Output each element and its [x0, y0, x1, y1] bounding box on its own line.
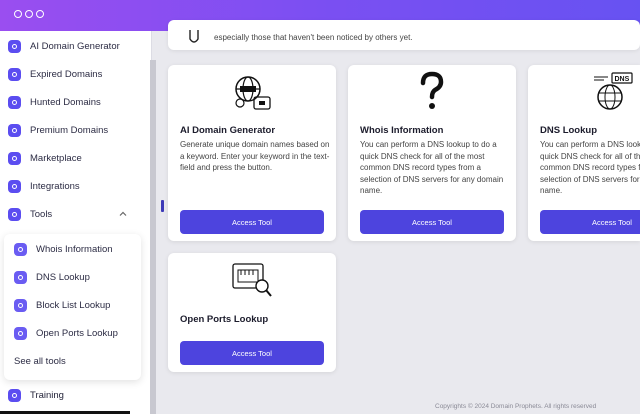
sparkle-icon — [8, 39, 21, 53]
sidebar-item-label: Premium Domains — [30, 124, 109, 136]
sidebar-item-expired-domains[interactable]: Expired Domains — [8, 63, 102, 85]
question-mark-icon — [420, 71, 444, 109]
banner-text: especially those that haven't been notic… — [214, 33, 413, 42]
store-icon — [8, 151, 21, 165]
card-title: Whois Information — [360, 125, 444, 136]
network-icon — [14, 270, 27, 284]
clock-icon — [8, 67, 21, 81]
content-indicator — [161, 200, 164, 212]
sidebar-item-marketplace[interactable]: Marketplace — [8, 147, 82, 169]
magnet-icon — [189, 30, 199, 43]
card-title: DNS Lookup — [540, 125, 597, 136]
sidebar-item-tools[interactable]: Tools — [8, 203, 52, 225]
block-icon — [14, 298, 27, 312]
tools-submenu: Whois Information DNS Lookup Block List … — [4, 234, 141, 380]
sidebar-item-label: AI Domain Generator — [30, 40, 120, 52]
ai-globe-icon — [235, 76, 271, 110]
tool-card-ai-domain-generator: AI Domain Generator Generate unique doma… — [168, 65, 336, 241]
footer-copyright: Copyrights © 2024 Domain Prophets. All r… — [435, 403, 597, 410]
card-description: You can perform a DNS lookup to do a qui… — [540, 140, 640, 195]
sidebar-scrollbar[interactable] — [150, 60, 156, 414]
access-tool-button[interactable]: Access Tool — [360, 210, 504, 234]
sidebar-item-label: Training — [30, 389, 64, 401]
card-description: You can perform a DNS lookup to do a qui… — [360, 140, 504, 195]
chevron-up-icon[interactable] — [118, 209, 128, 219]
info-banner: especially those that haven't been notic… — [168, 20, 640, 50]
sidebar-item-label: Marketplace — [30, 152, 82, 164]
sidebar-item-ai-domain-generator[interactable]: AI Domain Generator — [8, 35, 120, 57]
card-description: Generate unique domain names based on a … — [180, 140, 330, 172]
card-title: AI Domain Generator — [180, 125, 276, 136]
see-all-tools-link[interactable]: See all tools — [14, 356, 66, 367]
port-magnifier-icon — [232, 263, 272, 297]
submenu-item-dns-lookup[interactable]: DNS Lookup — [14, 266, 90, 288]
sidebar-item-label: Integrations — [30, 180, 80, 192]
access-tool-button[interactable]: Access Tool — [540, 210, 640, 234]
target-icon — [8, 95, 21, 109]
sidebar-item-label: Hunted Domains — [30, 96, 101, 108]
submenu-item-label: Whois Information — [36, 243, 113, 255]
sidebar-item-training[interactable]: Training — [8, 385, 64, 405]
sidebar-item-hunted-domains[interactable]: Hunted Domains — [8, 91, 101, 113]
sidebar-item-label: Tools — [30, 208, 53, 220]
tool-card-dns-lookup: DNS DNS Lookup You can perform a DNS loo… — [528, 65, 640, 241]
access-tool-button[interactable]: Access Tool — [180, 341, 324, 365]
tools-icon — [8, 207, 21, 221]
dot-icon — [36, 10, 44, 18]
star-icon — [8, 123, 21, 137]
submenu-item-open-ports-lookup[interactable]: Open Ports Lookup — [14, 322, 118, 344]
submenu-item-label: Block List Lookup — [36, 299, 111, 311]
submenu-item-block-list-lookup[interactable]: Block List Lookup — [14, 294, 110, 316]
sidebar-item-label: Expired Domains — [30, 68, 103, 80]
submenu-item-whois-information[interactable]: Whois Information — [14, 238, 113, 260]
window-dots — [14, 10, 44, 18]
svg-text:DNS: DNS — [615, 76, 630, 83]
training-icon — [8, 388, 21, 402]
dot-icon — [25, 10, 33, 18]
card-title: Open Ports Lookup — [180, 314, 269, 325]
database-icon — [8, 179, 21, 193]
access-tool-button[interactable]: Access Tool — [180, 210, 324, 234]
tool-card-whois-information: Whois Information You can perform a DNS … — [348, 65, 516, 241]
dns-globe-icon: DNS — [594, 72, 633, 110]
sidebar-item-integrations[interactable]: Integrations — [8, 175, 80, 197]
port-icon — [14, 326, 27, 340]
submenu-item-label: Open Ports Lookup — [36, 327, 118, 339]
tool-card-open-ports-lookup: Open Ports Lookup Access Tool — [168, 253, 336, 372]
submenu-item-label: DNS Lookup — [36, 271, 90, 283]
dot-icon — [14, 10, 22, 18]
info-icon — [14, 242, 27, 256]
sidebar-item-premium-domains[interactable]: Premium Domains — [8, 119, 108, 141]
